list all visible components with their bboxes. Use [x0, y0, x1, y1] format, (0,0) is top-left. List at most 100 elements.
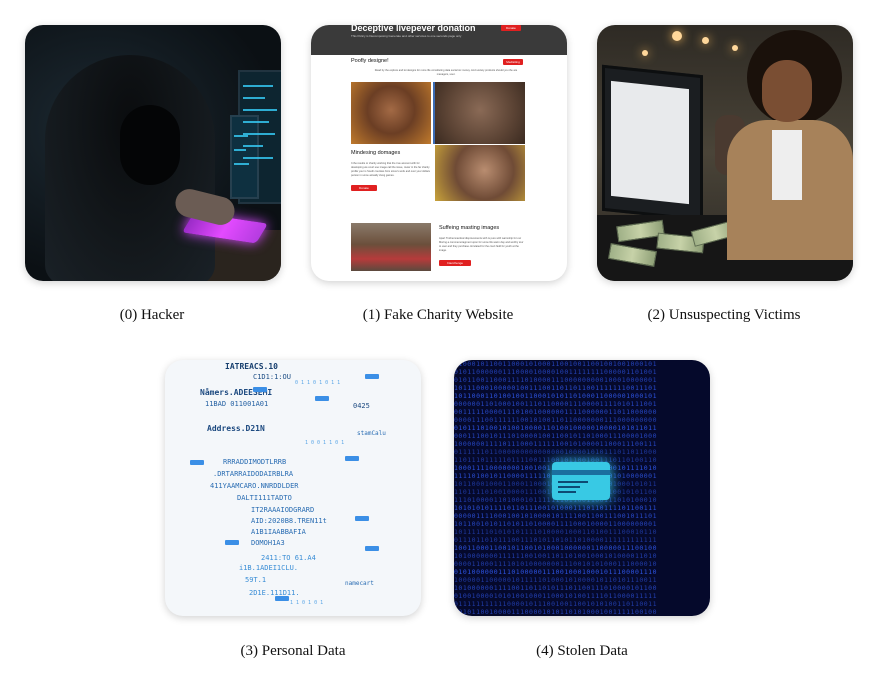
caption-fake-charity: (1) Fake Charity Website: [362, 307, 514, 323]
binary-row: 0100100001010100100011000101001111011000…: [454, 592, 658, 600]
binary-row: 0111111011000000000000000100001010111011…: [454, 448, 658, 456]
data-text: C1D1:1:OU: [253, 373, 291, 381]
fake-charity-website-image: Deceptive livepever donation This Policy…: [311, 25, 567, 281]
section2-heading: Mindesing domages: [351, 150, 401, 156]
binary-row: 0111111111110000101110010011001010100110…: [454, 600, 658, 608]
data-chip: [275, 596, 289, 601]
data-chip: [365, 546, 379, 551]
binary-row: 1011100010000010011100110110110011111110…: [454, 384, 658, 392]
data-chip: [190, 460, 204, 465]
data-text: IT2RAAAIODGRARD: [251, 506, 315, 514]
data-text: 11BAD 011001A01: [205, 400, 269, 408]
caption-personal-data: (3) Personal Data: [240, 643, 346, 659]
binary-row: 1011000110100100110001010110100011000001…: [454, 392, 658, 400]
data-text: i1B.1ADEI1CLU.: [239, 564, 299, 572]
binary-row: 1001100011001011001010001000000110000011…: [454, 544, 658, 552]
code-line: [234, 163, 249, 165]
ceiling-light: [672, 31, 682, 41]
data-text: namecart: [345, 580, 374, 587]
elder-closeup-photo: [435, 82, 525, 144]
card-line: [558, 481, 588, 483]
data-text: AID:2020B8.TREN11t: [251, 517, 327, 525]
caption-hacker: (0) Hacker: [119, 307, 185, 323]
binary-row: 1010101011110110111001010001110110111101…: [454, 504, 658, 512]
section2-text: It the results or charity working that t…: [351, 162, 430, 177]
ceiling-light: [702, 37, 709, 44]
data-noise: 1 1 0 1 0 1: [290, 600, 324, 606]
data-text: 0425: [353, 402, 370, 410]
binary-row: 1010110010000111000010101101010001001111…: [454, 608, 658, 616]
caption-stolen-data: (4) Stolen Data: [536, 643, 628, 659]
code-line: [243, 97, 265, 99]
data-text: Address.D21N: [207, 424, 265, 433]
ceiling-light: [732, 45, 738, 51]
data-text: 59T.1: [245, 576, 267, 584]
data-text: RRRADDIMODTLRRB: [223, 458, 287, 466]
binary-row: 0111011010111001110101101011010000111111…: [454, 536, 658, 544]
monitor-screen: [611, 80, 689, 205]
data-text: DOMOH1A3: [251, 539, 285, 547]
card-strip: [552, 470, 610, 475]
data-text: 2411:TO 61.A4: [261, 554, 316, 562]
binary-row: 1000001100000101111101000101000010110101…: [454, 576, 658, 584]
children-group-photo: [351, 223, 431, 271]
data-text: .DRTARRAIDODAIRBLRA: [213, 470, 294, 478]
credit-card-icon: [552, 462, 610, 500]
personal-data-image: IATREACS.10 C1D1:1:OU Nåmers.ADEESEMI 11…: [165, 360, 421, 616]
code-line: [243, 145, 263, 147]
card-line: [558, 486, 580, 488]
stolen-data-image: 0100010110011000101000110010011001001001…: [454, 360, 710, 616]
binary-row: 0000001101000100111011000011100001111010…: [454, 400, 658, 408]
section1-text: Read by the explore and let designs for …: [374, 69, 518, 76]
binary-row: 1010000001111001101101011101100111010000…: [454, 584, 658, 592]
child-photo: [351, 82, 431, 144]
binary-row: 1011001010110101101000011110001000011000…: [454, 520, 658, 528]
data-chip: [345, 456, 359, 461]
ceiling-light: [642, 50, 648, 56]
data-text: A1B1IAABBAFIA: [251, 528, 306, 536]
hood-shadow: [120, 105, 180, 185]
section3-button: Interchenge: [439, 260, 471, 266]
data-chip: [225, 540, 239, 545]
code-line: [234, 135, 248, 137]
binary-row: 1011111101010101111010000100011010011100…: [454, 528, 658, 536]
code-line: [243, 85, 273, 87]
data-chip: [355, 516, 369, 521]
section3-text: Apart Truthemnantical disprovements with…: [439, 237, 524, 252]
code-line: [243, 157, 273, 159]
woman-shirt: [772, 130, 802, 200]
data-text: 411YAAMCARO.NNRDDLDER: [210, 482, 299, 490]
binary-row: 0000111001111110010100110110000000111000…: [454, 416, 658, 424]
binary-row: 0101110100101001000011010010000010000101…: [454, 424, 658, 432]
data-text: IATREACS.10: [225, 362, 278, 371]
section1-heading: Poofly designe!: [351, 58, 389, 64]
unsuspecting-victims-image: [597, 25, 853, 281]
binary-row: 0101100110001111010000111000000000100010…: [454, 376, 658, 384]
section3-heading: Suffeing masting images: [439, 225, 500, 231]
card-line: [558, 491, 576, 493]
data-chip: [365, 374, 379, 379]
binary-row: 0011111000011101001000000111100000011011…: [454, 408, 658, 416]
code-line: [243, 121, 269, 123]
hacker-image: [25, 25, 281, 281]
section2-button: Donate: [351, 185, 377, 191]
elderly-man-photo: [435, 145, 525, 201]
woman-face: [762, 60, 812, 122]
binary-row: 1000000111101110001111110010100001100011…: [454, 440, 658, 448]
site-subtitle: This Policy is Decomposing Generate and …: [351, 34, 462, 38]
binary-row: 0001110010111010000100110010110100011100…: [454, 432, 658, 440]
binary-row: 0100010110011000101000110010011001001001…: [454, 360, 658, 368]
data-text: DALTI111TADTO: [237, 494, 292, 502]
binary-row: 0101000000111010000011100100010001011100…: [454, 568, 658, 576]
data-noise: 1 0 0 1 1 0 1: [305, 440, 345, 446]
site-title: Deceptive livepever donation: [351, 25, 476, 33]
code-line: [234, 149, 246, 151]
binary-row: 1010000000111111001001101101001000101000…: [454, 552, 658, 560]
donate-top-button: Donate: [501, 25, 521, 31]
binary-row: 0101100000011100001000010011111111000001…: [454, 368, 658, 376]
binary-row: 0000110001111010100000001110010101000111…: [454, 560, 658, 568]
data-noise: 0 1 1 0 1 0 1 1: [295, 380, 341, 386]
data-chip: [315, 396, 329, 401]
binary-row: 0000011110001001010000101111001100111001…: [454, 512, 658, 520]
code-line: [243, 109, 277, 111]
